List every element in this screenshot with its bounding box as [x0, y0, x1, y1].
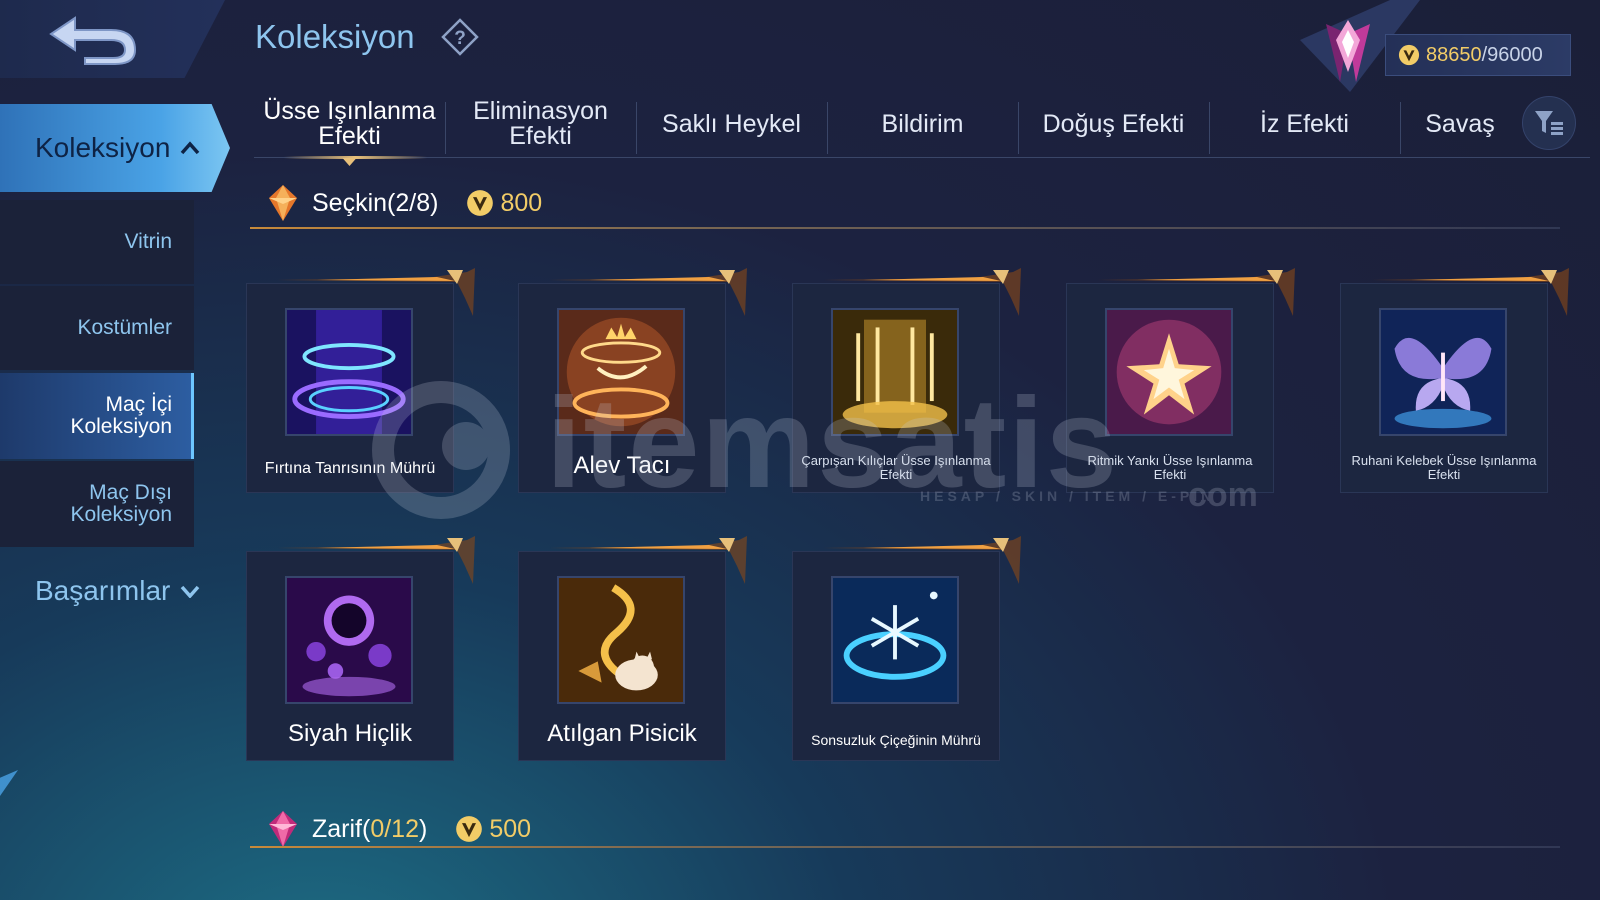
effect-thumbnail — [557, 308, 685, 436]
section-cost: 800 — [466, 189, 542, 218]
sidebar-item-vitrin[interactable]: Vitrin — [0, 200, 194, 284]
svg-text:?: ? — [454, 28, 466, 49]
effect-name: Çarpışan Kılıçlar Üsse Işınlanma Efekti — [801, 453, 991, 482]
back-button[interactable] — [0, 0, 225, 78]
decorative-corner — [0, 770, 18, 796]
sidebar-collection-label: Koleksiyon — [35, 132, 171, 163]
effect-thumbnail — [1379, 308, 1507, 436]
effect-thumbnail — [285, 308, 413, 436]
effect-name: Siyah Hiçlik — [287, 720, 413, 747]
back-arrow-icon — [48, 16, 136, 65]
sidebar-achievements[interactable]: Başarımlar — [35, 575, 200, 607]
section-divider — [250, 846, 1560, 848]
tab-label: Saklı Heykel — [662, 109, 801, 138]
effect-name: Atılgan Pisicik — [547, 720, 697, 747]
effect-name: Sonsuzluk Çiçeğinin Mührü — [811, 732, 981, 748]
sidebar-achievements-label: Başarımlar — [35, 575, 171, 606]
effect-thumbnail — [831, 576, 959, 704]
effect-card[interactable]: Siyah Hiçlik — [246, 536, 475, 761]
tab-label: Savaş — [1425, 109, 1495, 138]
section-cost: 500 — [455, 815, 531, 844]
section-title: Zarif(0/12) — [312, 815, 427, 844]
effect-name: Fırtına Tanrısının Mührü — [264, 460, 436, 477]
section-header-elegant: Zarif(0/12) 500 — [262, 808, 531, 850]
coin-icon — [1398, 44, 1420, 66]
section-title-prefix: Zarif( — [312, 814, 371, 843]
section-title: Seçkin(2/8) — [312, 188, 439, 217]
currency-panel: 88650/96000 — [1300, 0, 1600, 95]
sidebar: Koleksiyon Vitrin Kostümler Maç İçi Kole… — [0, 0, 232, 900]
effect-card[interactable]: Fırtına Tanrısının Mührü — [246, 268, 475, 493]
effect-thumbnail — [285, 576, 413, 704]
tab-label: Bildirim — [881, 109, 964, 138]
question-diamond-icon[interactable]: ? — [441, 18, 479, 56]
effect-card[interactable]: Ritmik Yankı Üsse Işınlanma Efekti — [1066, 268, 1295, 493]
effect-thumbnail — [557, 576, 685, 704]
section-cost-value: 500 — [489, 814, 532, 843]
tab-hidden-statue[interactable]: Saklı Heykel — [636, 90, 827, 158]
sidebar-item-label: Maç Dışı Koleksiyon — [70, 481, 172, 526]
sidebar-item-label: Kostümler — [77, 316, 172, 339]
effect-card[interactable]: Atılgan Pisicik — [518, 536, 747, 761]
page-title: Koleksiyon — [255, 18, 415, 55]
effect-name: Ruhani Kelebek Üsse Işınlanma Efekti — [1351, 453, 1537, 482]
section-divider — [250, 227, 1560, 229]
section-title-suffix: ) — [419, 814, 428, 843]
effect-name: Ritmik Yankı Üsse Işınlanma Efekti — [1087, 453, 1253, 482]
sidebar-item-label: Vitrin — [124, 230, 172, 253]
coin-icon — [456, 816, 483, 842]
filter-button[interactable] — [1522, 96, 1576, 150]
tab-label: Üsse Işınlanma Efekti — [263, 97, 436, 150]
section-title-count: 0/12 — [370, 814, 419, 843]
orange-gem-icon — [269, 185, 297, 221]
effect-card[interactable]: Alev Tacı — [518, 268, 747, 493]
tab-label: İz Efekti — [1260, 109, 1349, 138]
filter-icon — [1535, 111, 1563, 135]
effect-card[interactable]: Çarpışan Kılıçlar Üsse Işınlanma Efekti — [792, 268, 1021, 493]
currency-current: 88650 — [1426, 43, 1482, 66]
tab-elimination-effect[interactable]: Eliminasyon Efekti — [445, 90, 636, 158]
tab-recall-effect[interactable]: Üsse Işınlanma Efekti — [254, 90, 445, 166]
effect-thumbnail — [831, 308, 959, 436]
currency-max: /96000 — [1481, 43, 1543, 66]
currency-display: 88650/96000 — [1385, 34, 1571, 76]
sidebar-item-out-match-collection[interactable]: Maç Dışı Koleksiyon — [0, 461, 194, 547]
effect-card[interactable]: Ruhani Kelebek Üsse Işınlanma Efekti — [1340, 268, 1569, 493]
active-tab-marker — [342, 158, 357, 166]
tab-bar: Üsse Işınlanma Efekti Eliminasyon Efekti… — [254, 90, 1590, 166]
tab-spawn-effect[interactable]: Doğuş Efekti — [1018, 90, 1209, 158]
tab-battle[interactable]: Savaş — [1400, 90, 1520, 158]
pink-gem-icon — [269, 811, 297, 847]
sidebar-collection-tab[interactable]: Koleksiyon — [0, 104, 230, 192]
sidebar-item-in-match-collection[interactable]: Maç İçi Koleksiyon — [0, 373, 194, 459]
effect-card[interactable]: Sonsuzluk Çiçeğinin Mührü — [792, 536, 1021, 761]
section-cost-value: 800 — [500, 188, 543, 217]
effect-name: Alev Tacı — [573, 452, 671, 479]
sidebar-item-label: Maç İçi Koleksiyon — [70, 393, 172, 438]
sidebar-item-costumes[interactable]: Kostümler — [0, 286, 194, 370]
chevron-down-icon — [181, 585, 200, 598]
coin-icon — [467, 190, 494, 216]
tab-label: Doğuş Efekti — [1042, 109, 1185, 138]
tab-label: Eliminasyon Efekti — [473, 97, 608, 150]
effect-thumbnail — [1105, 308, 1233, 436]
tab-trail-effect[interactable]: İz Efekti — [1209, 90, 1400, 158]
chevron-up-icon — [181, 141, 200, 155]
tab-notification[interactable]: Bildirim — [827, 90, 1018, 158]
section-header-elite: Seçkin(2/8) 800 — [262, 182, 542, 224]
